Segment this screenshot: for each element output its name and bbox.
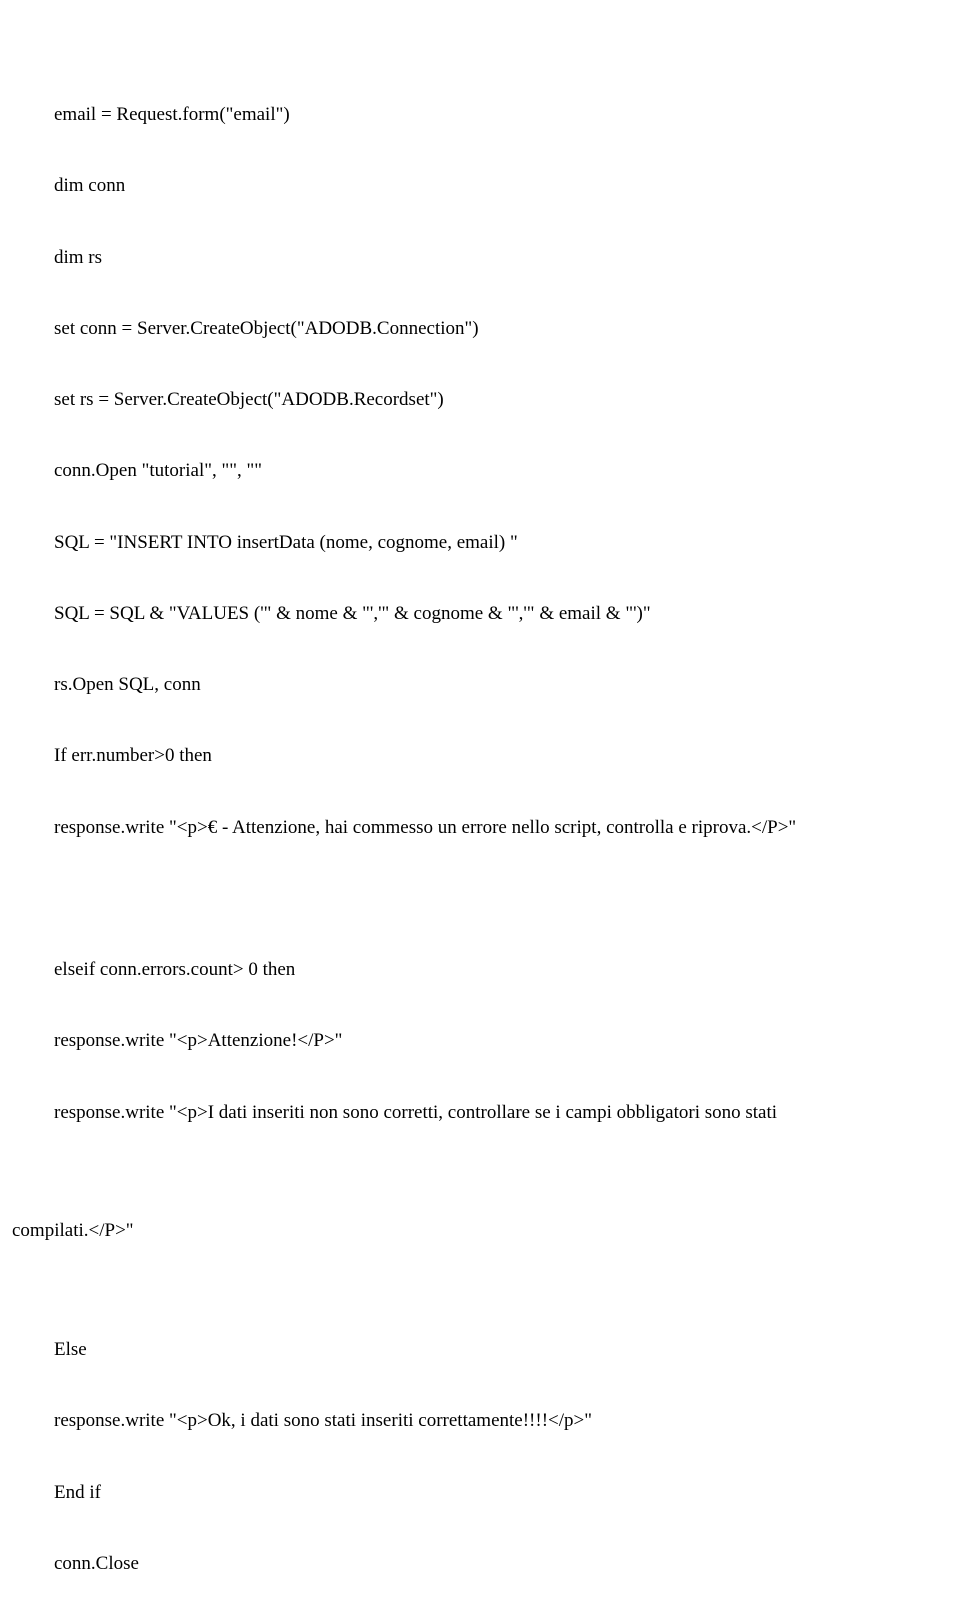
code-line: response.write "<p>I dati inseriti non s…: [54, 1101, 947, 1125]
code-line: conn.Close: [54, 1552, 947, 1576]
code-line: response.write "<p>Attenzione!</P>": [54, 1029, 947, 1053]
code-line: dim rs: [54, 246, 947, 270]
code-document: email = Request.form("email") dim conn d…: [12, 8, 947, 1608]
code-line: elseif conn.errors.count> 0 then: [54, 958, 947, 982]
code-line: set conn = Server.CreateObject("ADODB.Co…: [54, 317, 947, 341]
code-line: End if: [54, 1481, 947, 1505]
code-line: rs.Open SQL, conn: [54, 673, 947, 697]
blank-line: [54, 887, 947, 911]
code-line: compilati.</P>": [12, 1219, 947, 1243]
code-line: set rs = Server.CreateObject("ADODB.Reco…: [54, 388, 947, 412]
code-line: dim conn: [54, 174, 947, 198]
indented-block: Else response.write "<p>Ok, i dati sono …: [12, 1291, 947, 1608]
code-line: response.write "<p>Ok, i dati sono stati…: [54, 1409, 947, 1433]
code-line: conn.Open "tutorial", "", "": [54, 459, 947, 483]
code-line: Else: [54, 1338, 947, 1362]
code-line: response.write "<p>€ - Attenzione, hai c…: [54, 816, 947, 840]
code-line: SQL = SQL & "VALUES ('" & nome & "','" &…: [54, 602, 947, 626]
code-line: email = Request.form("email"): [54, 103, 947, 127]
code-line: If err.number>0 then: [54, 744, 947, 768]
indented-block: email = Request.form("email") dim conn d…: [12, 56, 947, 1172]
code-line: SQL = "INSERT INTO insertData (nome, cog…: [54, 531, 947, 555]
